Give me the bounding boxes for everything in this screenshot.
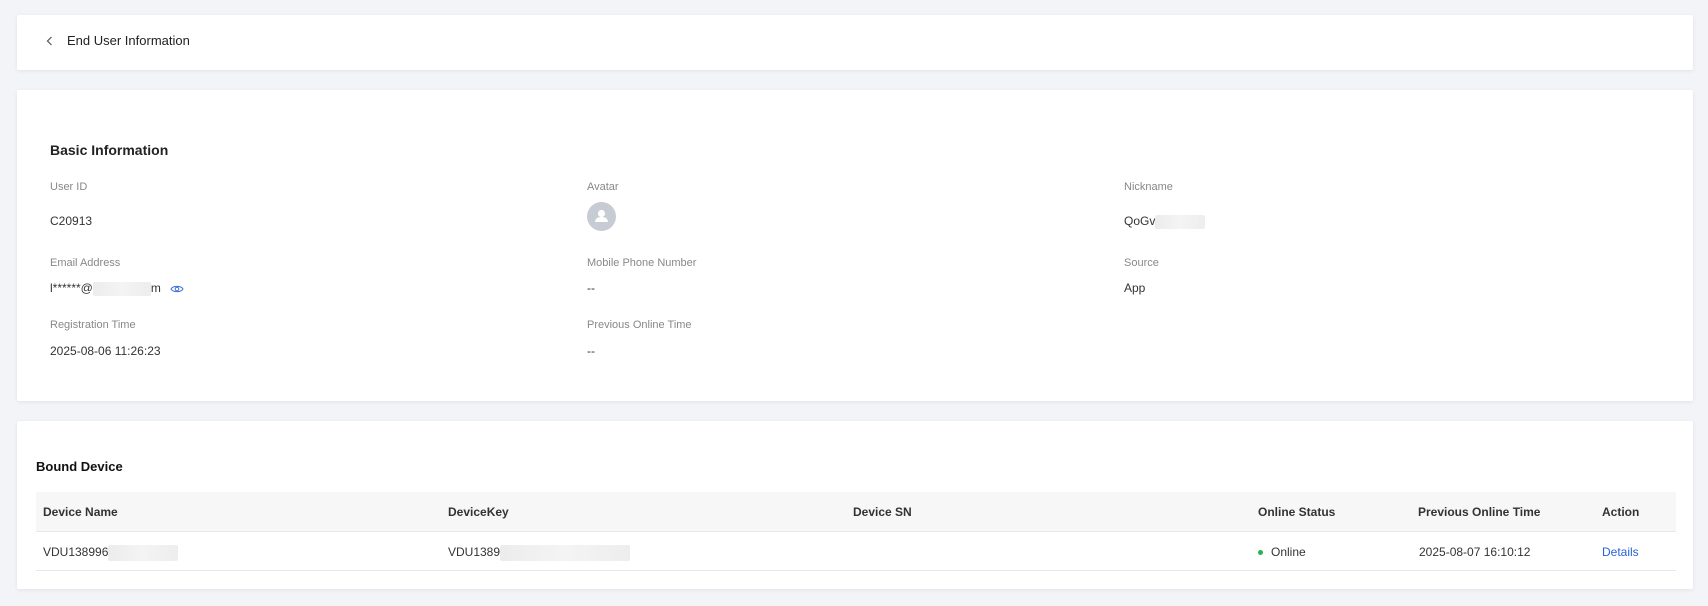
source-field: Source App <box>1124 257 1159 295</box>
user-id-value: C20913 <box>50 214 93 228</box>
table-row: VDU138996 VDU1389 Online 2025-08-07 16:1… <box>36 532 1676 571</box>
eye-icon[interactable] <box>170 284 184 294</box>
mobile-field: Mobile Phone Number -- <box>587 257 697 295</box>
column-online-status: Online Status <box>1258 505 1336 519</box>
avatar-label: Avatar <box>587 181 619 193</box>
email-field: Email Address l******@ m <box>50 257 184 296</box>
registration-time-label: Registration Time <box>50 319 136 331</box>
column-previous-online-time: Previous Online Time <box>1418 505 1541 519</box>
bound-device-title: Bound Device <box>36 459 123 474</box>
table-header: Device Name DeviceKey Device SN Online S… <box>36 492 1676 532</box>
registration-time-value: 2025-08-06 11:26:23 <box>50 344 161 358</box>
page-title: End User Information <box>67 33 190 48</box>
email-value-prefix: l******@ <box>50 281 93 295</box>
user-avatar-icon <box>587 202 616 231</box>
mobile-label: Mobile Phone Number <box>587 257 697 269</box>
redacted-blur <box>500 545 631 561</box>
device-name: VDU138996 <box>43 545 109 560</box>
redacted-blur <box>1155 214 1206 229</box>
redacted-blur <box>92 281 151 296</box>
column-device-key: DeviceKey <box>448 505 509 519</box>
nickname-value-wrap: QoGv <box>1124 214 1206 229</box>
online-status-dot <box>1258 550 1263 556</box>
online-status: Online <box>1271 545 1306 559</box>
user-id-field: User ID C20913 <box>50 181 92 228</box>
column-device-name: Device Name <box>43 505 118 519</box>
nickname-field: Nickname QoGv <box>1124 181 1206 229</box>
user-id-label: User ID <box>50 181 88 193</box>
email-label: Email Address <box>50 257 121 269</box>
redacted-blur <box>108 545 179 561</box>
device-table: Device Name DeviceKey Device SN Online S… <box>36 492 1676 571</box>
email-value-suffix: m <box>150 281 161 295</box>
basic-info-card: Basic Information User ID C20913 Avatar … <box>17 90 1693 401</box>
device-name-cell: VDU138996 <box>43 545 179 561</box>
source-label: Source <box>1124 257 1159 269</box>
nickname-value: QoGv <box>1124 214 1156 228</box>
device-key-cell: VDU1389 <box>448 545 631 561</box>
mobile-value: -- <box>587 281 595 295</box>
previous-online-time-label: Previous Online Time <box>587 319 692 331</box>
header-card: End User Information <box>17 15 1693 70</box>
column-device-sn: Device SN <box>853 505 912 519</box>
previous-online-time-value: -- <box>587 344 595 358</box>
bound-device-card: Bound Device Device Name DeviceKey Devic… <box>17 421 1693 589</box>
details-link[interactable]: Details <box>1602 545 1639 559</box>
basic-info-title: Basic Information <box>50 142 169 158</box>
registration-time-field: Registration Time 2025-08-06 11:26:23 <box>50 319 161 358</box>
previous-online-time-field: Previous Online Time -- <box>587 319 692 358</box>
nickname-label: Nickname <box>1124 181 1173 193</box>
avatar-field: Avatar <box>587 181 619 231</box>
device-key: VDU1389 <box>448 545 501 560</box>
previous-online-time: 2025-08-07 16:10:12 <box>1419 545 1531 559</box>
email-value-wrap: l******@ m <box>50 281 184 296</box>
chevron-left-icon[interactable] <box>43 34 57 48</box>
online-status-cell: Online <box>1258 545 1306 559</box>
back-button[interactable]: End User Information <box>43 33 190 48</box>
column-action: Action <box>1602 505 1640 519</box>
source-value: App <box>1124 281 1146 295</box>
